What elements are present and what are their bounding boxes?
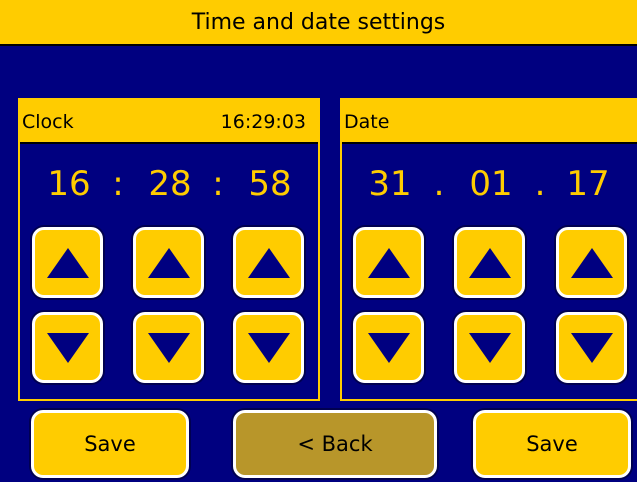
seconds-up-button[interactable]: [233, 227, 304, 298]
triangle-up-icon: [468, 247, 511, 278]
seconds-value: 58: [248, 164, 292, 204]
hours-value: 16: [47, 164, 91, 204]
current-time: 16:29:03: [220, 111, 306, 133]
save-date-label: Save: [526, 432, 578, 456]
hours-down-button[interactable]: [32, 312, 103, 383]
date-panel-header: Date: [342, 100, 637, 144]
day-up-button[interactable]: [353, 227, 424, 298]
date-label: Date: [344, 111, 390, 133]
page-title: Time and date settings: [191, 9, 446, 35]
day-value: 31: [368, 164, 412, 204]
triangle-down-icon: [147, 332, 190, 363]
day-down-button[interactable]: [353, 312, 424, 383]
year-down-button[interactable]: [556, 312, 627, 383]
triangle-up-icon: [570, 247, 613, 278]
triangle-down-icon: [46, 332, 89, 363]
title-bar: Time and date settings: [0, 0, 637, 46]
back-label: < Back: [297, 432, 373, 456]
save-date-button[interactable]: Save: [473, 410, 631, 478]
hours-up-button[interactable]: [32, 227, 103, 298]
back-button[interactable]: < Back: [233, 410, 437, 478]
triangle-down-icon: [468, 332, 511, 363]
seconds-down-button[interactable]: [233, 312, 304, 383]
triangle-down-icon: [247, 332, 290, 363]
triangle-up-icon: [46, 247, 89, 278]
triangle-up-icon: [367, 247, 410, 278]
triangle-down-icon: [570, 332, 613, 363]
triangle-up-icon: [147, 247, 190, 278]
month-value: 01: [469, 164, 513, 204]
month-up-button[interactable]: [454, 227, 525, 298]
minutes-up-button[interactable]: [133, 227, 204, 298]
year-value: 17: [566, 164, 610, 204]
minutes-down-button[interactable]: [133, 312, 204, 383]
clock-panel-header: Clock 16:29:03: [20, 100, 318, 144]
triangle-up-icon: [247, 247, 290, 278]
minutes-value: 28: [148, 164, 192, 204]
year-up-button[interactable]: [556, 227, 627, 298]
clock-label: Clock: [22, 111, 74, 133]
save-time-button[interactable]: Save: [31, 410, 189, 478]
month-down-button[interactable]: [454, 312, 525, 383]
triangle-down-icon: [367, 332, 410, 363]
save-time-label: Save: [84, 432, 136, 456]
